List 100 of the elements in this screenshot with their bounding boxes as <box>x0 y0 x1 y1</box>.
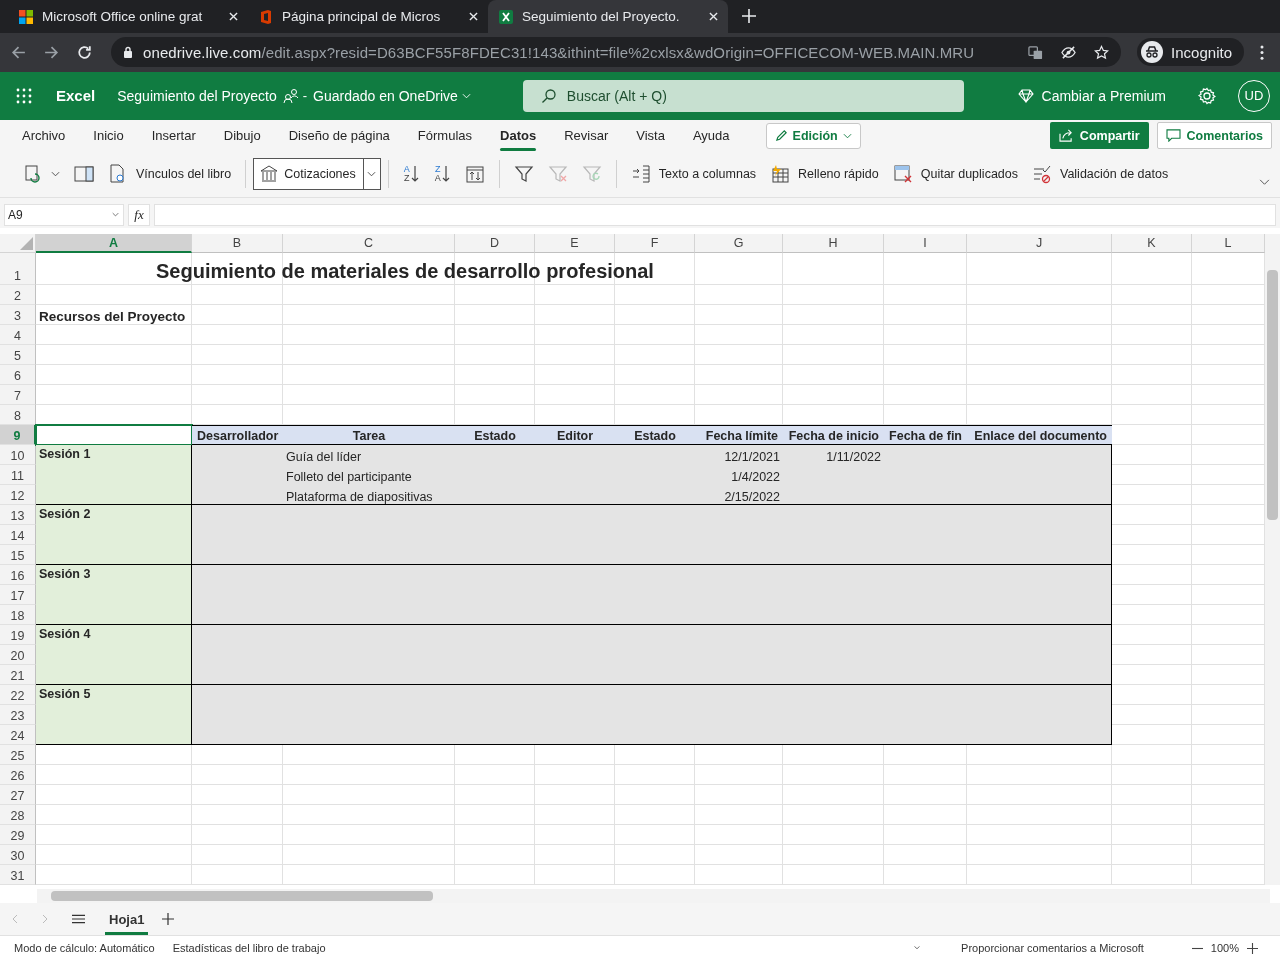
row-header[interactable]: 21 <box>0 665 36 686</box>
app-name[interactable]: Excel <box>56 87 96 105</box>
share-button[interactable]: Compartir <box>1049 122 1149 150</box>
document-title[interactable]: Seguimiento del Proyecto <box>117 87 277 104</box>
editing-mode-button[interactable]: Edición <box>765 122 861 149</box>
column-header[interactable]: E <box>535 234 615 254</box>
row-header[interactable]: 15 <box>0 545 36 566</box>
row-header[interactable]: 26 <box>0 765 36 786</box>
column-header[interactable]: D <box>455 234 535 254</box>
row-header[interactable]: 9 <box>0 425 36 446</box>
workbook-links-button[interactable]: Vínculos del libro <box>101 158 239 191</box>
horizontal-scrollbar[interactable] <box>37 889 1270 904</box>
name-box[interactable]: A9 <box>4 203 124 226</box>
calculation-mode-text: Modo de cálculo: Automático <box>14 942 155 955</box>
ribbon-tab[interactable]: Revisar <box>550 119 623 152</box>
sheet-tab[interactable]: Hoja1 <box>101 903 153 936</box>
row-header[interactable]: 30 <box>0 845 36 866</box>
active-cell[interactable] <box>35 424 193 447</box>
settings-icon[interactable] <box>1198 86 1216 105</box>
formula-input[interactable] <box>154 203 1276 226</box>
row-header[interactable]: 17 <box>0 585 36 606</box>
close-icon[interactable] <box>709 12 718 21</box>
stocks-data-type-button[interactable]: Cotizaciones <box>253 158 381 191</box>
row-header[interactable]: 19 <box>0 625 36 646</box>
browser-tab[interactable]: Seguimiento del Proyecto. <box>488 0 728 33</box>
row-header[interactable]: 24 <box>0 725 36 746</box>
row-header[interactable]: 8 <box>0 405 36 426</box>
row-header[interactable]: 14 <box>0 525 36 546</box>
browser-tab[interactable]: Página principal de Micros <box>248 0 488 33</box>
row-header[interactable]: 18 <box>0 605 36 626</box>
eye-slash-icon[interactable] <box>1061 44 1077 60</box>
row-header[interactable]: 28 <box>0 805 36 826</box>
column-header[interactable]: C <box>283 234 455 254</box>
row-header[interactable]: 23 <box>0 705 36 726</box>
row-header[interactable]: 3 <box>0 305 36 326</box>
menu-icon[interactable] <box>72 914 85 925</box>
row-header[interactable]: 22 <box>0 685 36 706</box>
save-status-button[interactable]: Guardado en OneDrive <box>313 87 471 104</box>
add-sheet-icon[interactable] <box>162 913 175 926</box>
ribbon-tab[interactable]: Vista <box>622 119 679 152</box>
search-field[interactable]: Buscar (Alt + Q) <box>522 79 964 112</box>
row-header[interactable]: 31 <box>0 865 36 886</box>
row-header[interactable]: 11 <box>0 465 36 486</box>
row-header[interactable]: 16 <box>0 565 36 586</box>
address-bar[interactable]: onedrive.live.com/edit.aspx?resid=D63BCF55F8FDEC31!143&ithint=file%2cxlsx&wdOrigin=OFFICECOM-WEB.MAIN.MRU <box>111 37 1122 68</box>
close-icon[interactable] <box>229 12 238 21</box>
column-header[interactable]: K <box>1112 234 1192 254</box>
row-header[interactable]: 2 <box>0 285 36 306</box>
row-header[interactable]: 12 <box>0 485 36 506</box>
sort-button[interactable]: A Z <box>395 158 427 191</box>
browser-tab[interactable]: Microsoft Office online grat <box>8 0 248 33</box>
row-header[interactable]: 13 <box>0 505 36 526</box>
data-tool-button[interactable]: Texto a columnas <box>623 158 764 191</box>
row-header[interactable]: 10 <box>0 445 36 466</box>
ribbon-tab[interactable]: Ayuda <box>678 119 744 152</box>
row-header[interactable]: 1 <box>0 253 36 286</box>
row-header[interactable]: 6 <box>0 365 36 386</box>
column-header[interactable]: J <box>967 234 1112 254</box>
row-header[interactable]: 29 <box>0 825 36 846</box>
zoom-level[interactable]: 100% <box>1210 942 1239 955</box>
ribbon-tab[interactable]: Datos <box>486 119 551 152</box>
ribbon-tab[interactable]: Diseño de página <box>274 119 404 152</box>
column-header[interactable]: F <box>615 234 695 254</box>
data-tool-button[interactable]: Relleno rápido <box>763 158 886 191</box>
column-header[interactable]: B <box>192 234 283 254</box>
tab-title: Página principal de Micros <box>282 9 442 24</box>
feedback-link[interactable]: Proporcionar comentarios a Microsoft <box>961 942 1144 955</box>
zoom-in-icon[interactable] <box>1247 942 1258 954</box>
data-tool-button[interactable]: Quitar duplicados <box>885 158 1025 191</box>
ribbon-tab[interactable]: Inicio <box>79 119 138 152</box>
ribbon-tab[interactable]: Archivo <box>8 119 80 152</box>
row-header[interactable]: 7 <box>0 385 36 406</box>
upgrade-button[interactable]: Cambiar a Premium <box>1017 87 1166 104</box>
workbook-statistics-link[interactable]: Estadísticas del libro de trabajo <box>172 942 326 955</box>
more-options-icon[interactable] <box>1260 44 1264 60</box>
column-header[interactable]: I <box>884 234 967 254</box>
vertical-scrollbar[interactable] <box>1265 234 1280 886</box>
sort-button[interactable]: Z A <box>426 158 458 191</box>
ribbon-tab[interactable]: Insertar <box>137 119 210 152</box>
row-header[interactable]: 27 <box>0 785 36 806</box>
reload-icon[interactable] <box>76 43 93 61</box>
row-header[interactable]: 5 <box>0 345 36 366</box>
row-header[interactable]: 25 <box>0 745 36 766</box>
row-header[interactable]: 20 <box>0 645 36 666</box>
column-header[interactable]: H <box>783 234 884 254</box>
ribbon-tab[interactable]: Fórmulas <box>403 119 487 152</box>
data-tool-button[interactable]: Validación de datos <box>1025 158 1176 191</box>
column-header[interactable]: L <box>1192 234 1265 254</box>
incognito-badge[interactable]: Incognito <box>1137 38 1244 67</box>
comments-button[interactable]: Comentarios <box>1156 122 1272 150</box>
new-tab-icon[interactable] <box>742 9 756 23</box>
row-header[interactable]: 4 <box>0 325 36 346</box>
expand-ribbon-icon[interactable] <box>1259 178 1270 186</box>
app-launcher-icon[interactable] <box>16 87 32 104</box>
ribbon-tab[interactable]: Dibujo <box>209 119 275 152</box>
column-header[interactable]: G <box>695 234 783 254</box>
insert-function-button[interactable]: fx <box>128 203 150 226</box>
star-icon[interactable] <box>1094 44 1110 60</box>
close-icon[interactable] <box>469 12 478 21</box>
chevron-down-icon[interactable] <box>913 945 922 952</box>
